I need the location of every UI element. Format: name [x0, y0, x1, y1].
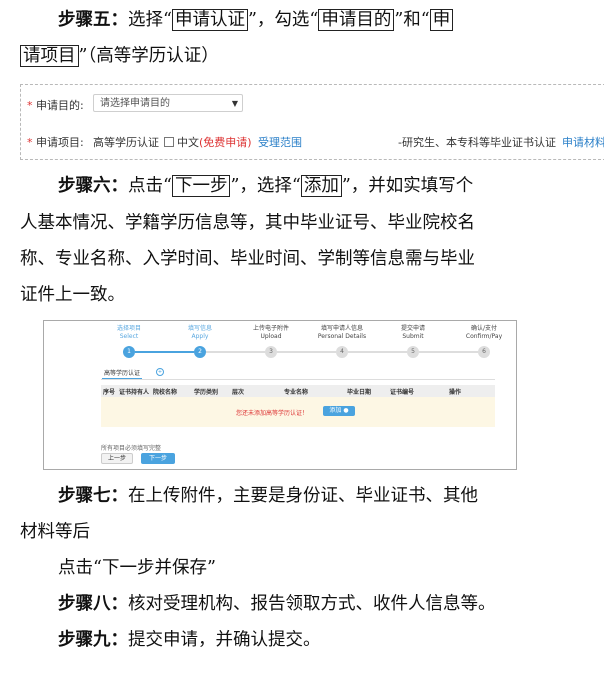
progress-connector [348, 351, 407, 353]
progress-connector [135, 351, 194, 353]
column-header: 证书持有人 [119, 389, 150, 396]
item-name: 高等学历认证 [93, 136, 159, 149]
column-header: 证书编号 [390, 389, 415, 396]
plus-icon: ● [343, 407, 349, 414]
step5-label: 步骤五： [58, 10, 128, 30]
step5-line1: 步骤五：选择“ 申请认证 ”，勾选“ 申请目的 ”和“ 申 [58, 8, 454, 32]
items-label: * 申请项目: [27, 136, 84, 149]
progress-step-number: 3 [265, 346, 277, 358]
step9-line: 步骤九：提交申请，并确认提交。 [58, 630, 321, 650]
application-form-screenshot: * 申请目的: 请选择申请目的 ▼ * 申请项目: 高等学历认证 中文(免费申请… [20, 84, 604, 160]
column-header: 学历类别 [194, 389, 219, 396]
chinese-checkbox[interactable]: 中文(免费申请) [164, 134, 252, 150]
progress-connector [419, 351, 478, 353]
step8-label: 步骤八： [58, 594, 128, 614]
progress-connector [277, 351, 336, 353]
column-header: 院校名称 [153, 389, 178, 396]
info-form-screenshot: 选择项目 Select 1 填写信息 Apply 2 上传电子附件 Upload 3 填写申请人信… [43, 320, 517, 470]
step7-line3: 点击“下一步并保存” [58, 558, 216, 578]
highlight-apply-item-part2: 请项目 [20, 45, 79, 67]
column-header: 专业名称 [284, 389, 309, 396]
checkbox-icon[interactable] [164, 137, 174, 147]
progress-step-label: 确认/支付 [470, 325, 498, 332]
add-button[interactable]: 添加 ● [323, 406, 355, 416]
empty-notice: 您还未添加高等学历认证！ [236, 410, 309, 417]
column-header: 序号 [103, 389, 116, 396]
progress-step-number: 6 [478, 346, 490, 358]
plus-circle-icon[interactable]: + [156, 368, 164, 376]
highlight-apply-item-part1: 申 [429, 9, 454, 31]
step6-line1: 步骤六：点击“ 下一步 ”，选择“ 添加 ”，并如实填写个 [58, 175, 474, 197]
empty-table-row: 您还未添加高等学历认证！ 添加 ● [101, 397, 495, 427]
step8-line: 步骤八：核对受理机构、报告领取方式、收件人信息等。 [58, 594, 496, 614]
step7-line2: 材料等后 [20, 522, 90, 542]
purpose-label: * 申请目的: [27, 99, 84, 112]
highlight-next-step: 下一步 [171, 175, 231, 197]
materials-link[interactable]: 申请材料 [562, 134, 604, 150]
next-button[interactable]: 下一步 [141, 453, 175, 464]
completion-note: 所有项目必须填写完整 [101, 445, 162, 452]
column-header: 层次 [232, 389, 245, 396]
table-header: 序号 证书持有人 院校名称 学历类别 层次 专业名称 毕业日期 证书编号 操作 [101, 385, 495, 397]
progress-step-label: 填写信息 [187, 325, 212, 332]
column-header: 操作 [449, 389, 462, 396]
progress-step-sublabel: Personal Details [317, 333, 367, 340]
step6-line3: 称、专业名称、入学时间、毕业时间、学制等信息需与毕业 [20, 249, 475, 269]
step5-line2: 请项目 ”（高等学历认证） [20, 44, 219, 68]
progress-step-sublabel: Apply [191, 333, 209, 340]
progress-step-number: 5 [407, 346, 419, 358]
highlight-apply-cert: 申请认证 [171, 9, 248, 31]
tab-divider [101, 379, 495, 380]
step7-line1: 步骤七：在上传附件，主要是身份证、毕业证书、其他 [58, 486, 478, 506]
step9-label: 步骤九： [58, 630, 128, 650]
step6-line2: 人基本情况、学籍学历信息等，其中毕业证号、毕业院校名 [20, 213, 475, 233]
progress-connector [206, 351, 265, 353]
item-note: -研究生、本专科等毕业证书认证 [398, 136, 556, 149]
progress-step-label: 上传电子附件 [252, 325, 289, 332]
progress-step-number: 4 [336, 346, 348, 358]
highlight-apply-purpose: 申请目的 [318, 9, 395, 31]
scope-link[interactable]: 受理范围 [258, 134, 302, 150]
purpose-select[interactable]: 请选择申请目的 ▼ [93, 94, 243, 112]
step6-line4: 证件上一致。 [20, 285, 125, 305]
progress-step-number: 2 [194, 346, 206, 358]
column-header: 毕业日期 [347, 389, 372, 396]
step6-label: 步骤六： [58, 176, 128, 196]
highlight-add: 添加 [300, 175, 342, 197]
progress-step-sublabel: Upload [260, 333, 282, 340]
progress-step-label: 选择项目 [116, 325, 141, 332]
progress-step-sublabel: Confirm/Pay [465, 333, 503, 340]
progress-step-sublabel: Select [119, 333, 139, 340]
progress-step-number: 1 [123, 346, 135, 358]
dropdown-arrow-icon: ▼ [231, 99, 238, 108]
step7-label: 步骤七： [58, 486, 128, 506]
progress-step-label: 提交申请 [400, 325, 425, 332]
progress-step-label: 填写申请人信息 [320, 325, 363, 332]
progress-step-sublabel: Submit [402, 333, 424, 340]
prev-button[interactable]: 上一步 [101, 453, 133, 464]
